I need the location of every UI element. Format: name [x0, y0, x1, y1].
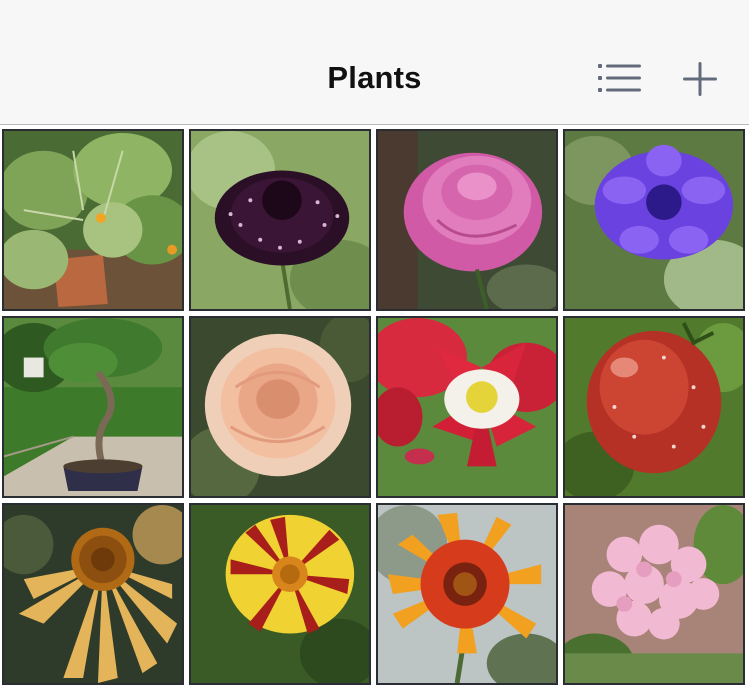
gaillardia-photo [378, 505, 556, 683]
plant-tile-candytuft[interactable] [563, 503, 745, 685]
navigation-bar: Plants [0, 0, 749, 125]
pink-rose-photo [378, 131, 556, 309]
plant-tile-pink-rose[interactable] [376, 129, 558, 311]
plant-tile-zucchini[interactable] [2, 129, 184, 311]
plus-icon [683, 62, 717, 96]
pink-candytuft-photo [565, 505, 743, 683]
plant-tile-tomato[interactable] [563, 316, 745, 498]
list-view-button[interactable] [594, 58, 646, 102]
plant-tile-coneflower[interactable] [2, 503, 184, 685]
bonsai-tree-photo [4, 318, 182, 496]
plant-tile-marigold[interactable] [189, 503, 371, 685]
plant-tile-gaillardia[interactable] [376, 503, 558, 685]
add-plant-button[interactable] [676, 58, 728, 102]
dark-purple-flower-photo [191, 131, 369, 309]
plant-tile-dark-scabiosa[interactable] [189, 129, 371, 311]
zucchini-plant-photo [4, 131, 182, 309]
plant-tile-peach-rose[interactable] [189, 316, 371, 498]
plant-tile-columbine[interactable] [376, 316, 558, 498]
red-columbine-photo [378, 318, 556, 496]
peach-rose-photo [191, 318, 369, 496]
blue-cornflower-photo [565, 131, 743, 309]
list-icon [598, 64, 641, 92]
plant-tile-cornflower[interactable] [563, 129, 745, 311]
coneflower-photo [4, 505, 182, 683]
tomato-photo [565, 318, 743, 496]
marigold-photo [191, 505, 369, 683]
plant-tile-bonsai[interactable] [2, 316, 184, 498]
plant-grid [0, 126, 749, 691]
